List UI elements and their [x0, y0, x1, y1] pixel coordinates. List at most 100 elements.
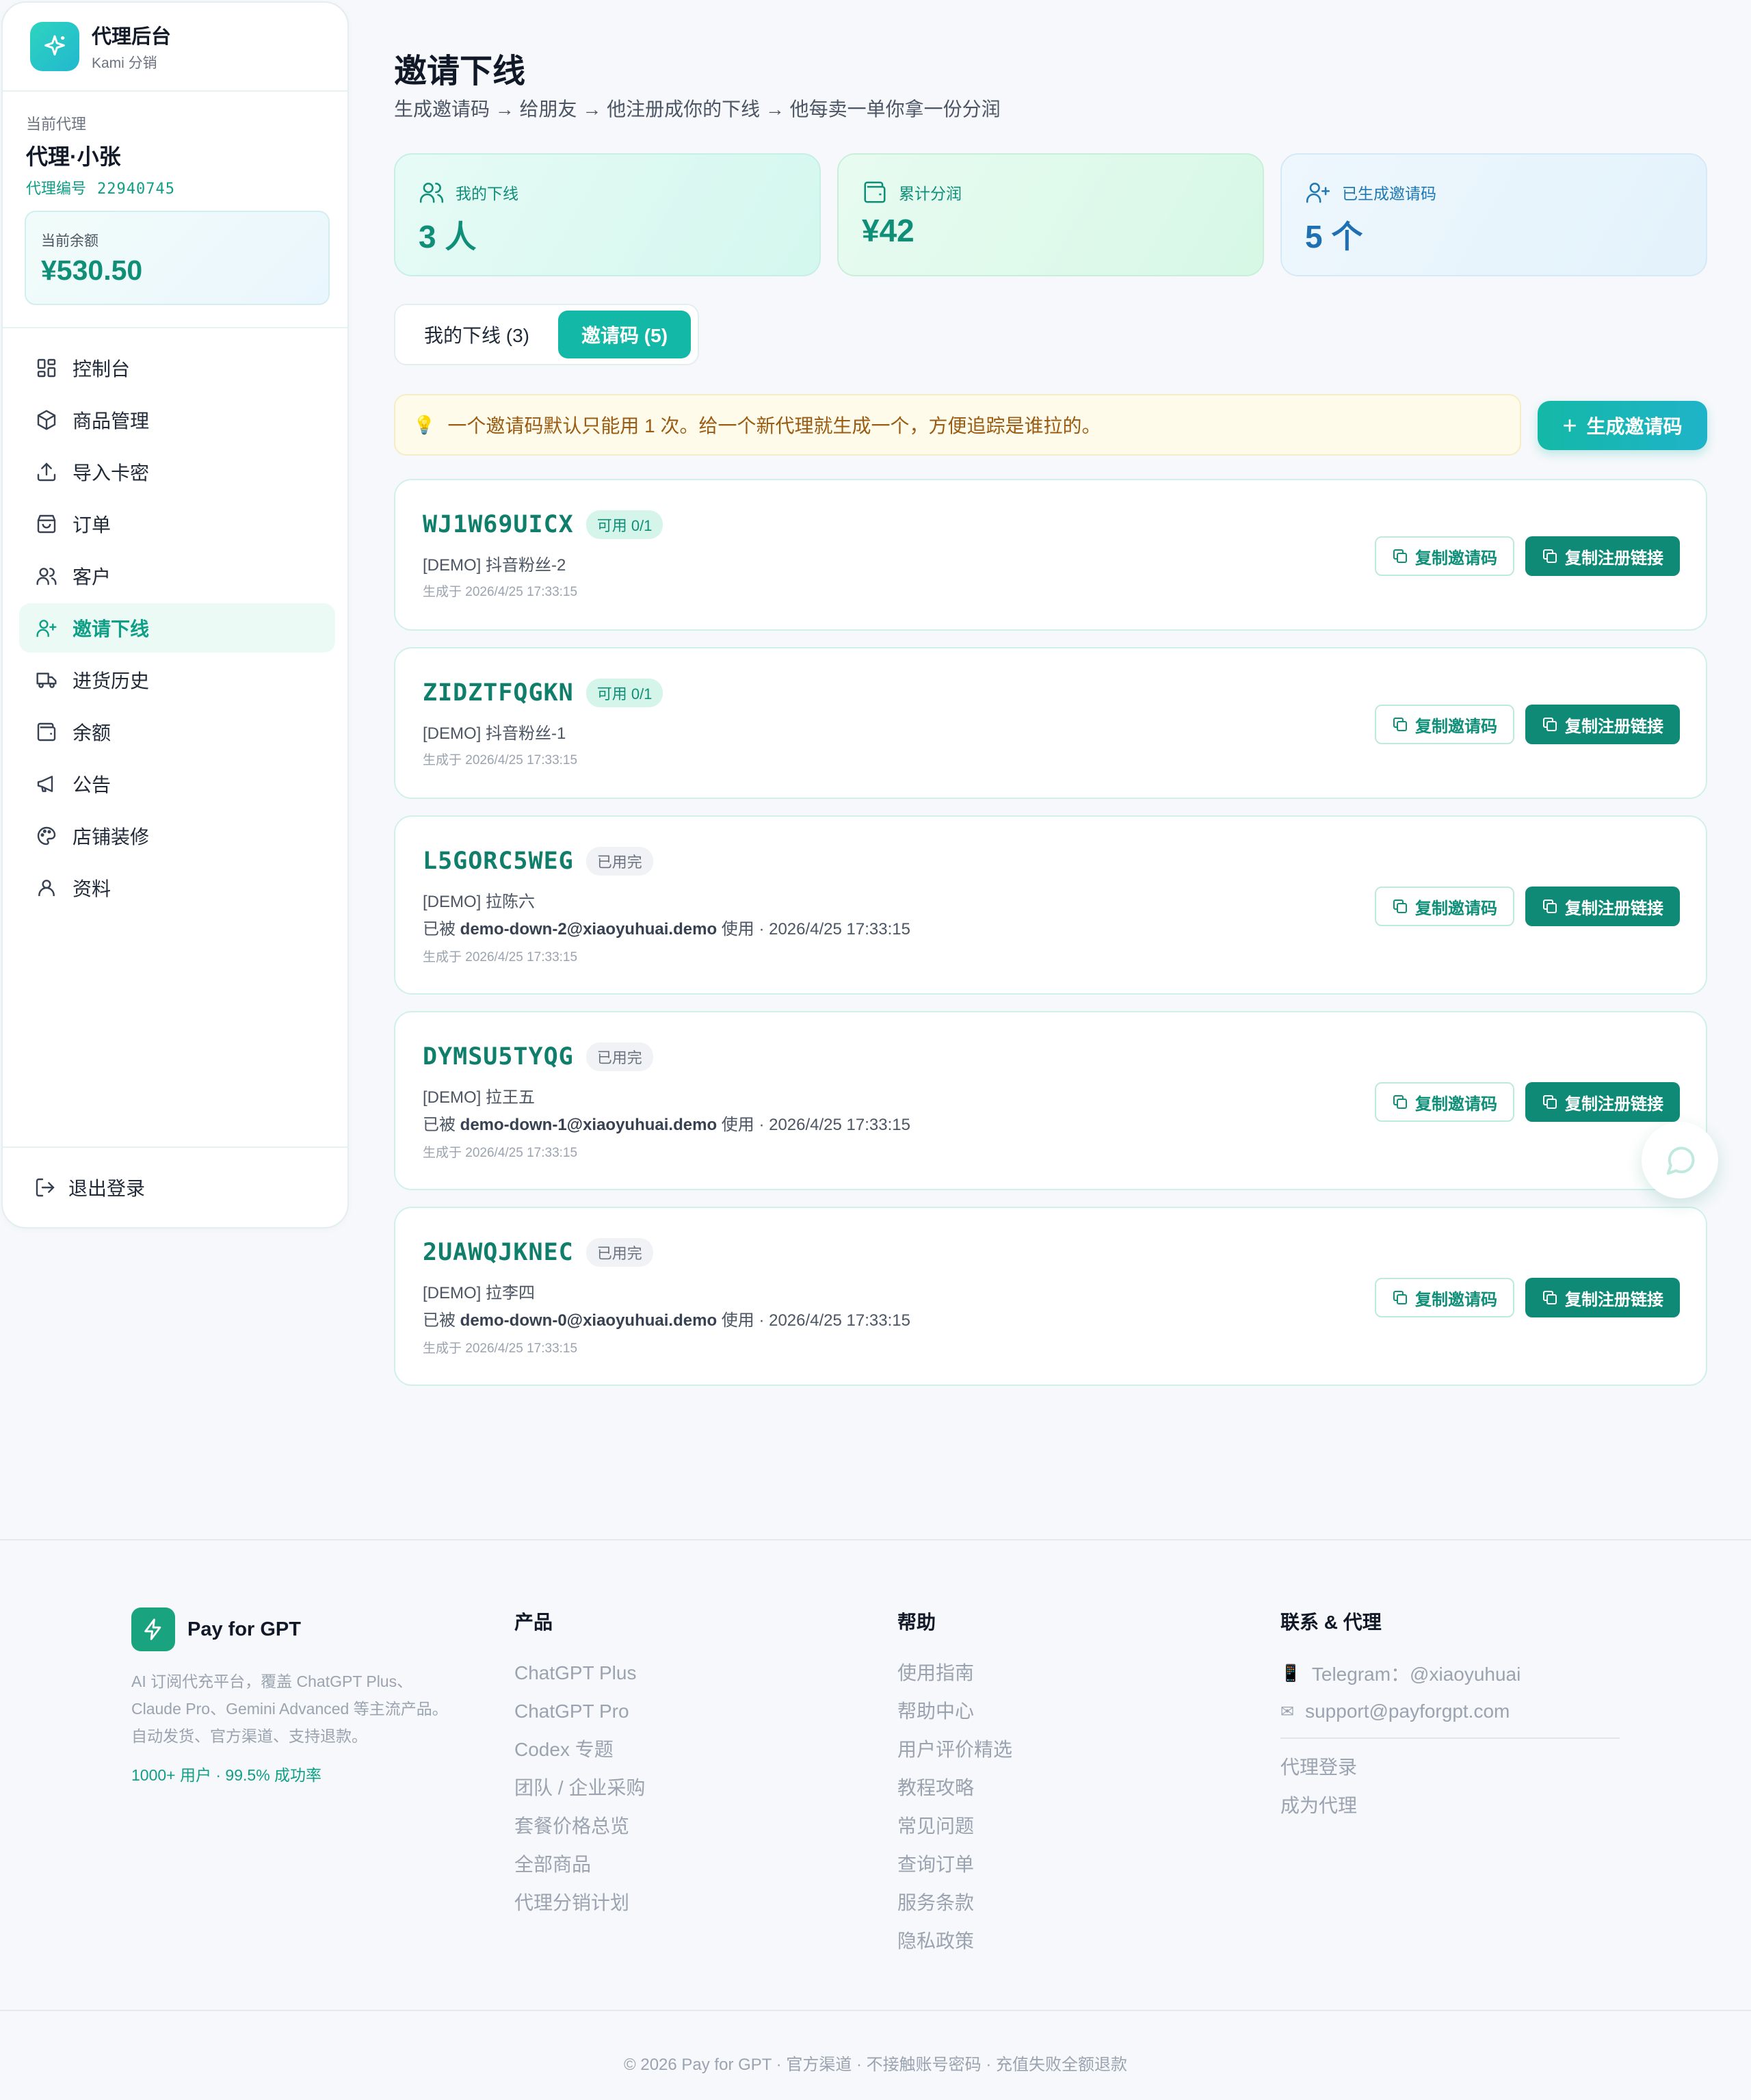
agent-label: 当前代理	[26, 116, 87, 133]
stat-label: 我的下线	[456, 185, 518, 202]
page: 代理后台 Kami 分销 当前代理 代理·小张 代理编号 22940745 当前余…	[0, 0, 1751, 1539]
balance-label: 当前余额	[41, 233, 98, 249]
wallet-icon	[37, 722, 56, 741]
sidebar-item-label: 余额	[73, 722, 111, 744]
status-badge: 已用完	[585, 847, 653, 876]
chat-button[interactable]	[1642, 1122, 1718, 1198]
copy-icon	[1543, 718, 1557, 731]
footer-description-line: AI 订阅代充平台，覆盖 ChatGPT Plus、	[131, 1672, 413, 1690]
footer-brand-name: Pay for GPT	[187, 1618, 301, 1640]
bag-icon	[37, 514, 56, 534]
used-by-email: demo-down-2@xiaoyuhuai.demo	[460, 920, 717, 939]
wallet-icon	[864, 181, 886, 203]
copy-code-button[interactable]: 复制邀请码	[1375, 1082, 1514, 1122]
invite-code-card: DYMSU5TYQG 已用完 [DEMO] 拉王五 已被 demo-down-1…	[394, 1011, 1707, 1190]
sidebar-item-label: 订单	[73, 514, 111, 536]
used-by-email: demo-down-0@xiaoyuhuai.demo	[460, 1311, 717, 1330]
footer-link[interactable]: 教程攻略	[897, 1769, 1012, 1807]
footer-link[interactable]: 隐私政策	[897, 1922, 1012, 1960]
status-badge: 可用 0/1	[585, 679, 663, 707]
footer-brand[interactable]: Pay for GPT	[131, 1607, 301, 1651]
stat-card-commission: 累计分润 ¥42	[837, 153, 1264, 276]
logout-icon	[36, 1178, 55, 1197]
copy-link-button[interactable]: 复制注册链接	[1525, 1082, 1680, 1122]
code-note: [DEMO] 抖音粉丝-1	[423, 724, 566, 743]
user-plus-icon	[1306, 183, 1330, 203]
mail-icon: ✉	[1280, 1702, 1295, 1721]
sidebar-item-label: 公告	[73, 774, 111, 796]
footer-link[interactable]: 代理分销计划	[514, 1884, 645, 1922]
footer-link[interactable]: Codex 专题	[514, 1731, 645, 1769]
footer-link[interactable]: 查询订单	[897, 1846, 1012, 1884]
sidebar-item-products[interactable]: 商品管理	[19, 395, 335, 445]
sidebar-nav: 控制台 商品管理 导入卡密 订单 客户 邀请下线 进货历史 余额 公告 店铺装修…	[19, 343, 335, 915]
copy-link-label: 复制注册链接	[1565, 717, 1663, 736]
copy-icon	[1543, 1095, 1557, 1109]
footer-link[interactable]: 服务条款	[897, 1884, 1012, 1922]
sidebar-item-dashboard[interactable]: 控制台	[19, 343, 335, 393]
code-note: [DEMO] 拉李四	[423, 1284, 536, 1302]
footer-description-line: 自动发货、官方渠道、支持退款。	[131, 1727, 367, 1745]
footer-link[interactable]: ChatGPT Pro	[514, 1692, 645, 1731]
footer-link[interactable]: 代理登录	[1280, 1748, 1620, 1787]
code-created: 生成于 2026/4/25 17:33:15	[423, 753, 578, 767]
copy-icon	[1393, 1095, 1407, 1109]
copy-link-button[interactable]: 复制注册链接	[1525, 536, 1680, 576]
copy-code-button[interactable]: 复制邀请码	[1375, 887, 1514, 926]
copy-link-button[interactable]: 复制注册链接	[1525, 887, 1680, 926]
logout-button[interactable]: 退出登录	[34, 1174, 145, 1201]
sidebar-item-purchase-history[interactable]: 进货历史	[19, 655, 335, 705]
sidebar-item-balance[interactable]: 余额	[19, 707, 335, 757]
footer-link[interactable]: 使用指南	[897, 1654, 1012, 1692]
copy-code-label: 复制邀请码	[1415, 549, 1497, 568]
brand-title: 代理后台	[92, 26, 172, 48]
footer-link[interactable]: 帮助中心	[897, 1692, 1012, 1731]
sidebar-item-profile[interactable]: 资料	[19, 863, 335, 913]
stat-card-downlines: 我的下线 3 人	[394, 153, 821, 276]
copy-link-label: 复制注册链接	[1565, 1290, 1663, 1309]
footer-link[interactable]: 团队 / 企业采购	[514, 1769, 645, 1807]
invite-code: L5GORC5WEG	[423, 848, 574, 875]
used-prefix: 已被	[423, 1116, 456, 1134]
sidebar-item-invite[interactable]: 邀请下线	[19, 603, 335, 653]
used-suffix: 使用 · 2026/4/25 17:33:15	[721, 920, 910, 939]
copy-icon	[1543, 900, 1557, 913]
upload-icon	[37, 462, 56, 482]
copy-link-label: 复制注册链接	[1565, 549, 1663, 568]
sidebar-brand[interactable]: 代理后台 Kami 分销	[30, 21, 171, 73]
status-badge: 已用完	[585, 1042, 653, 1071]
sidebar: 代理后台 Kami 分销 当前代理 代理·小张 代理编号 22940745 当前余…	[1, 1, 349, 1229]
sidebar-item-import[interactable]: 导入卡密	[19, 447, 335, 497]
balance-value: ¥530.50	[41, 254, 143, 286]
footer-link[interactable]: ChatGPT Plus	[514, 1654, 645, 1692]
sidebar-item-label: 导入卡密	[73, 462, 150, 484]
sidebar-item-customers[interactable]: 客户	[19, 551, 335, 601]
tab-downlines[interactable]: 我的下线 (3)	[401, 311, 553, 358]
footer-link[interactable]: 套餐价格总览	[514, 1807, 645, 1846]
chat-icon	[1666, 1146, 1695, 1175]
footer-link[interactable]: 常见问题	[897, 1807, 1012, 1846]
sidebar-item-store-design[interactable]: 店铺装修	[19, 811, 335, 861]
footer-link[interactable]: 成为代理	[1280, 1787, 1620, 1825]
copy-code-button[interactable]: 复制邀请码	[1375, 1278, 1514, 1317]
telegram-link[interactable]: 📱 Telegram：@xiaoyuhuai	[1280, 1654, 1620, 1692]
copy-link-label: 复制注册链接	[1565, 1094, 1663, 1114]
sidebar-item-announcements[interactable]: 公告	[19, 759, 335, 809]
footer-link[interactable]: 用户评价精选	[897, 1731, 1012, 1769]
divider	[0, 2010, 1751, 2011]
agent-id: 代理编号 22940745	[26, 176, 175, 198]
copy-link-button[interactable]: 复制注册链接	[1525, 705, 1680, 744]
agent-id-value: 22940745	[97, 181, 175, 198]
generate-code-button[interactable]: + 生成邀请码	[1538, 401, 1707, 450]
footer-link[interactable]: 全部商品	[514, 1846, 645, 1884]
footer-contact: 联系 & 代理 📱 Telegram：@xiaoyuhuai ✉ support…	[1280, 1607, 1620, 1825]
sidebar-item-orders[interactable]: 订单	[19, 499, 335, 549]
invite-code: ZIDZTFQGKN	[423, 679, 574, 707]
stat-value: 5 个	[1305, 219, 1363, 254]
copy-code-button[interactable]: 复制邀请码	[1375, 705, 1514, 744]
tab-invite-codes[interactable]: 邀请码 (5)	[558, 311, 692, 358]
email-link[interactable]: ✉ support@payforgpt.com	[1280, 1692, 1620, 1731]
page-title: 邀请下线	[394, 53, 526, 90]
copy-link-button[interactable]: 复制注册链接	[1525, 1278, 1680, 1317]
copy-code-button[interactable]: 复制邀请码	[1375, 536, 1514, 576]
